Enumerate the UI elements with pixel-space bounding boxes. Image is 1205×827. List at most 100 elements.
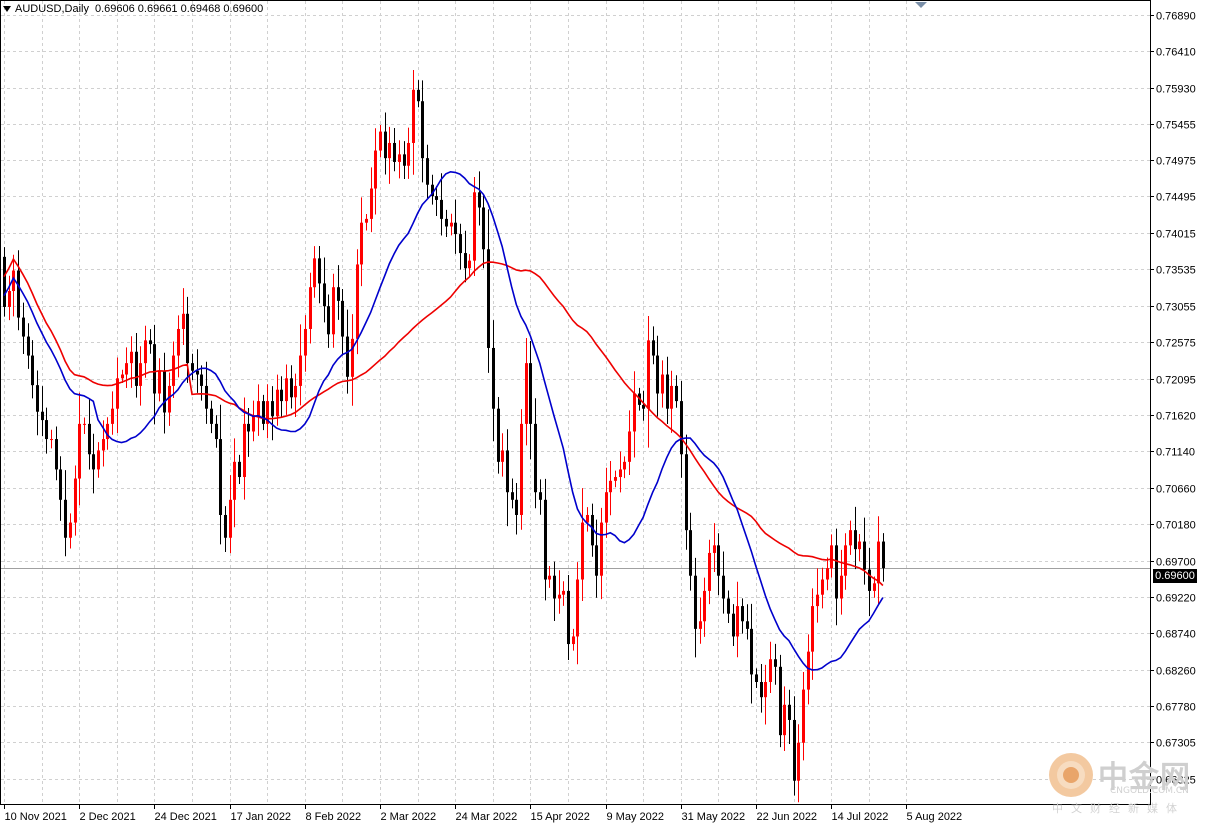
candle-body — [741, 606, 744, 622]
y-tick-label: 0.74975 — [1156, 156, 1196, 168]
candle-body — [802, 689, 805, 743]
x-tick-label: 24 Mar 2022 — [456, 811, 518, 823]
symbol-label: AUDUSD,Daily — [15, 3, 89, 15]
candle-body — [69, 522, 72, 538]
candle-body — [614, 477, 617, 481]
chart-window[interactable]: 0.76890 0.76410 0.75930 0.75455 0.74975 0.744… — [0, 0, 1205, 827]
y-tick-label: 0.68740 — [1156, 629, 1196, 641]
candle-body — [55, 439, 58, 470]
candle-body — [685, 454, 688, 531]
candle-body — [177, 328, 180, 356]
candle-body — [243, 423, 246, 478]
candle-body — [840, 575, 843, 599]
candle — [520, 409, 523, 530]
candle-body — [727, 598, 730, 614]
candle-body — [403, 154, 406, 166]
candle-body — [139, 363, 142, 386]
y-tick-label: 0.72575 — [1156, 338, 1196, 350]
candle-body — [205, 385, 208, 409]
candle-body — [764, 682, 767, 698]
candle-body — [168, 385, 171, 413]
chart-shift-marker-icon[interactable] — [915, 2, 927, 8]
candle-body — [694, 575, 697, 629]
x-tick-label: 8 Feb 2022 — [306, 811, 362, 823]
candle-body — [445, 218, 448, 227]
x-tick-label: 9 May 2022 — [607, 811, 664, 823]
candle-body — [182, 313, 185, 329]
candle-body — [821, 579, 824, 595]
candle-body — [233, 461, 236, 500]
candle-body — [548, 575, 551, 580]
candle-body — [398, 154, 401, 162]
candle-body — [111, 408, 114, 424]
candle-body — [215, 423, 218, 440]
candle-body — [689, 530, 692, 576]
candle-body — [844, 545, 847, 576]
y-tick-label: 0.72095 — [1156, 375, 1196, 387]
candle-body — [294, 385, 297, 398]
candle-body — [247, 423, 250, 432]
candle-body — [487, 249, 490, 348]
x-tick-label: 10 Nov 2021 — [5, 811, 67, 823]
candle-body — [633, 393, 636, 432]
candle — [779, 654, 782, 748]
x-tick-label: 17 Jan 2022 — [231, 811, 292, 823]
candle-body — [337, 287, 340, 301]
y-tick-label: 0.76410 — [1156, 47, 1196, 59]
candle-body — [384, 131, 387, 159]
candle-body — [370, 188, 373, 219]
candle-body — [647, 340, 650, 409]
candle-body — [153, 344, 156, 394]
candle-body — [656, 355, 659, 394]
x-tick-label: 14 Jul 2022 — [832, 811, 889, 823]
candle-body — [356, 264, 359, 339]
candle-body — [327, 306, 330, 335]
candle — [3, 247, 6, 317]
candle-body — [360, 222, 363, 265]
candle-body — [506, 450, 509, 493]
x-tick-label: 2 Mar 2022 — [381, 811, 437, 823]
candle-body — [515, 499, 518, 515]
candle-body — [699, 621, 702, 629]
candle-body — [769, 659, 772, 683]
candle-body — [652, 340, 655, 356]
candle-body — [393, 142, 396, 162]
candle-body — [318, 258, 321, 284]
candle-body — [144, 340, 147, 364]
x-tick-label: 5 Aug 2022 — [907, 811, 963, 823]
candle-body — [78, 423, 81, 479]
candle-body — [661, 374, 664, 394]
chart-canvas[interactable]: 0.76890 0.76410 0.75930 0.75455 0.74975 0.744… — [0, 0, 1205, 827]
current-price-tag: 0.69600 — [1153, 569, 1197, 583]
candle-body — [562, 590, 565, 595]
candle-body — [473, 192, 476, 261]
candle-body — [826, 568, 829, 580]
candle-body — [520, 423, 523, 515]
candle-body — [539, 492, 542, 500]
candle-body — [680, 401, 683, 455]
candle-body — [92, 454, 95, 470]
candle-body — [186, 313, 189, 364]
candle-body — [74, 478, 77, 523]
candle-body — [572, 636, 575, 645]
candle-body — [567, 590, 570, 645]
y-tick-label: 0.74015 — [1156, 229, 1196, 241]
y-tick-label: 0.76890 — [1156, 11, 1196, 23]
candle-body — [435, 196, 438, 200]
candle-body — [511, 492, 514, 500]
candle-body — [529, 363, 532, 424]
x-tick-label: 31 May 2022 — [682, 811, 746, 823]
candle-body — [666, 374, 669, 409]
candle-body — [172, 355, 175, 386]
price-axis: 0.76890 0.76410 0.75930 0.75455 0.74975 0.744… — [1150, 11, 1196, 787]
y-tick-label: 0.73535 — [1156, 265, 1196, 277]
candle-body — [285, 378, 288, 402]
candle-body — [252, 416, 255, 432]
candle-body — [36, 385, 39, 412]
candle-body — [750, 628, 753, 675]
y-tick-label: 0.67780 — [1156, 702, 1196, 714]
chart-header: AUDUSD,Daily 0.69606 0.69661 0.69468 0.69… — [3, 3, 263, 15]
candle-body — [309, 287, 312, 329]
dropdown-triangle-icon[interactable] — [3, 6, 11, 13]
candle-body — [576, 579, 579, 637]
